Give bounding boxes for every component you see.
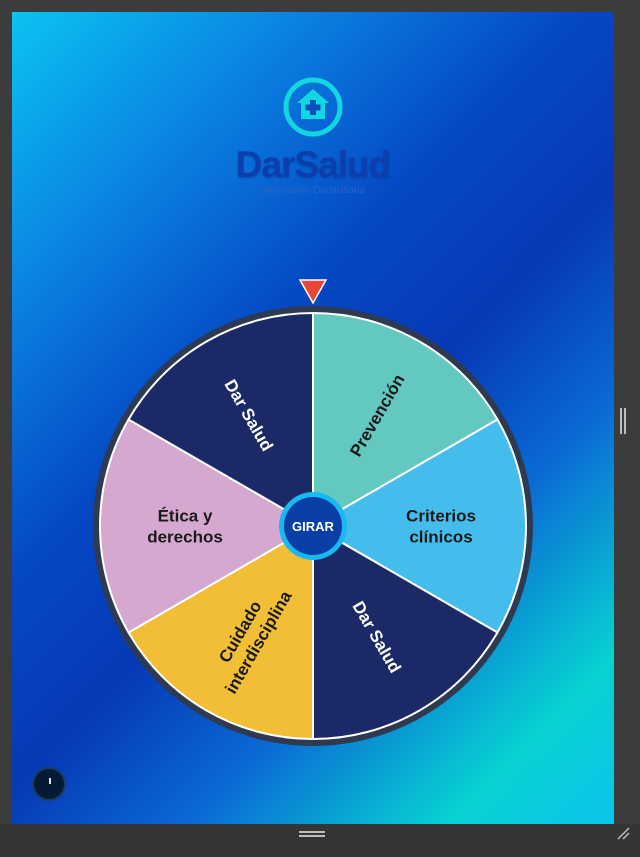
sound-toggle-icon [49,778,51,784]
spin-button-label: GIRAR [292,519,335,534]
resize-grip-icon[interactable] [616,826,630,840]
spin-button[interactable]: GIRAR [279,492,347,560]
window-frame-left [0,0,12,857]
prize-wheel[interactable]: PrevenciónCriterios clínicosDar SaludCuid… [12,12,614,824]
window-frame-top [0,0,640,12]
bottom-panel-handle[interactable] [299,831,325,837]
sound-toggle-button[interactable] [32,767,66,801]
wheel-pointer-icon [298,279,328,305]
window-frame-bottom [0,824,640,857]
side-panel-handle[interactable] [620,408,628,434]
game-stage: DarSalud Internación Domiciliaria Preven… [12,12,614,824]
